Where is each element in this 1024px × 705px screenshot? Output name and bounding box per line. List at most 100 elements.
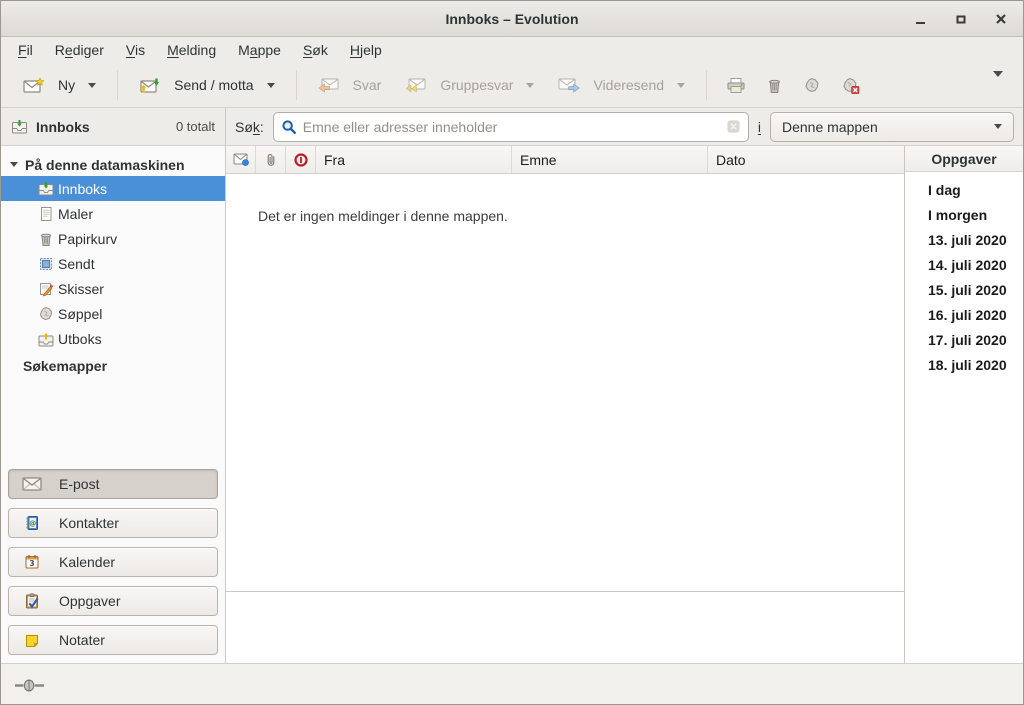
minimize-button[interactable] (913, 11, 929, 27)
junk-button[interactable] (793, 72, 831, 99)
task-group-date[interactable]: 13. juli 2020 (905, 227, 1023, 252)
menu-edit[interactable]: Rediger (44, 39, 115, 61)
important-icon (293, 152, 309, 168)
toolbar-separator (296, 70, 297, 100)
folder-item-papirkurv[interactable]: Papirkurv (1, 226, 225, 251)
inbox-icon (38, 181, 54, 196)
search-label: Søk: (235, 119, 264, 135)
menu-file[interactable]: Fil (7, 39, 44, 61)
window-title: Innboks – Evolution (1, 11, 1023, 27)
folder-item-soppel[interactable]: Søppel (1, 301, 225, 326)
tree-root-on-this-computer[interactable]: På denne datamaskinen (1, 153, 225, 176)
svg-text:@: @ (29, 520, 36, 528)
folder-tree: På denne datamaskinen Innboks (1, 146, 225, 463)
clear-search-icon[interactable] (726, 119, 741, 134)
contacts-icon: @ (21, 515, 43, 531)
sidebar-header: Innboks 0 totalt (1, 108, 225, 146)
not-junk-icon (841, 77, 860, 94)
delete-button[interactable] (756, 72, 793, 99)
search-scope-dropdown[interactable]: Denne mappen (770, 112, 1014, 142)
menu-search[interactable]: Søk (292, 39, 339, 61)
sidebar: Innboks 0 totalt På denne datamaskinen I… (1, 108, 226, 663)
online-status-plug-icon[interactable] (14, 678, 46, 693)
menu-folder[interactable]: Mappe (227, 39, 292, 61)
new-message-button[interactable]: Ny (11, 72, 108, 99)
menu-help[interactable]: Hjelp (339, 39, 393, 61)
menu-message[interactable]: Melding (156, 39, 227, 61)
message-list-header: Fra Emne Dato (226, 146, 904, 174)
folder-item-maler[interactable]: Maler (1, 201, 225, 226)
drafts-icon (38, 281, 54, 297)
search-scope-value: Denne mappen (782, 119, 878, 135)
tasks-icon (21, 593, 43, 609)
send-receive-icon (139, 77, 161, 94)
close-button[interactable] (993, 11, 1009, 27)
toolbar-overflow-button[interactable] (983, 71, 1013, 99)
column-subject[interactable]: Emne (512, 146, 708, 173)
inbox-icon (11, 119, 28, 134)
column-status[interactable] (226, 146, 256, 173)
attachment-icon (263, 152, 279, 168)
column-important[interactable] (286, 146, 316, 173)
folder-item-utboks[interactable]: Utboks (1, 326, 225, 351)
tree-root-search-folders[interactable]: Søkemapper (1, 353, 225, 378)
folder-item-sendt[interactable]: Sendt (1, 251, 225, 276)
column-attachment[interactable] (256, 146, 286, 173)
group-reply-icon (405, 77, 427, 94)
not-junk-button[interactable] (831, 72, 870, 99)
folder-item-skisser[interactable]: Skisser (1, 276, 225, 301)
main-area: Søk: i Denne mappen (226, 108, 1023, 663)
scope-dropdown-arrow (994, 124, 1002, 129)
delete-trash-icon (766, 77, 783, 94)
print-button[interactable] (716, 72, 756, 99)
expander-icon[interactable] (10, 162, 18, 167)
close-icon (994, 12, 1008, 26)
switcher-contacts-button[interactable]: @ Kontakter (8, 508, 218, 538)
search-input[interactable] (303, 119, 720, 135)
message-list-body[interactable]: Det er ingen meldinger i denne mappen. (226, 174, 904, 591)
task-group-date[interactable]: 18. juli 2020 (905, 352, 1023, 377)
switcher-mail-button[interactable]: E-post (8, 469, 218, 499)
toolbar-separator (117, 70, 118, 100)
forward-button[interactable]: Videresend (546, 72, 697, 99)
send-receive-dropdown-arrow (267, 83, 275, 88)
reply-icon (318, 77, 340, 94)
mail-row: Fra Emne Dato Det er ingen meldinger i d… (226, 146, 1023, 663)
switcher-notes-button[interactable]: Notater (8, 625, 218, 655)
outbox-icon (38, 331, 54, 347)
send-receive-button[interactable]: Send / motta (127, 72, 286, 99)
maximize-icon (954, 12, 968, 26)
column-date[interactable]: Dato (708, 146, 904, 173)
overflow-arrow-icon (993, 71, 1003, 93)
search-icon (281, 119, 297, 135)
status-bar (1, 663, 1023, 705)
message-list-pane: Fra Emne Dato Det er ingen meldinger i d… (226, 146, 904, 663)
search-entry[interactable] (273, 112, 749, 142)
current-folder-title: Innboks (36, 119, 90, 135)
task-pane-header[interactable]: Oppgaver (905, 146, 1023, 172)
column-from[interactable]: Fra (316, 146, 512, 173)
folder-item-innboks[interactable]: Innboks (1, 176, 225, 201)
junk-icon (803, 77, 821, 94)
print-icon (726, 77, 746, 94)
task-group-date[interactable]: 16. juli 2020 (905, 302, 1023, 327)
menu-view[interactable]: Vis (115, 39, 156, 61)
task-pane: Oppgaver I dag I morgen 13. juli 2020 14… (904, 146, 1023, 663)
reply-button[interactable]: Svar (306, 72, 394, 99)
task-group-date[interactable]: 15. juli 2020 (905, 277, 1023, 302)
templates-icon (38, 206, 54, 222)
forward-icon (558, 77, 580, 94)
switcher-tasks-button[interactable]: Oppgaver (8, 586, 218, 616)
switcher-calendar-button[interactable]: 3 Kalender (8, 547, 218, 577)
search-bar: Søk: i Denne mappen (226, 108, 1023, 146)
maximize-button[interactable] (953, 11, 969, 27)
mail-icon (21, 477, 43, 491)
task-group-date[interactable]: 17. juli 2020 (905, 327, 1023, 352)
task-group-date[interactable]: 14. juli 2020 (905, 252, 1023, 277)
task-group-today[interactable]: I dag (905, 177, 1023, 202)
group-reply-button[interactable]: Gruppesvar (393, 72, 546, 99)
titlebar: Innboks – Evolution (1, 1, 1023, 37)
forward-dropdown-arrow (677, 83, 685, 88)
task-group-tomorrow[interactable]: I morgen (905, 202, 1023, 227)
preview-pane (226, 591, 904, 663)
